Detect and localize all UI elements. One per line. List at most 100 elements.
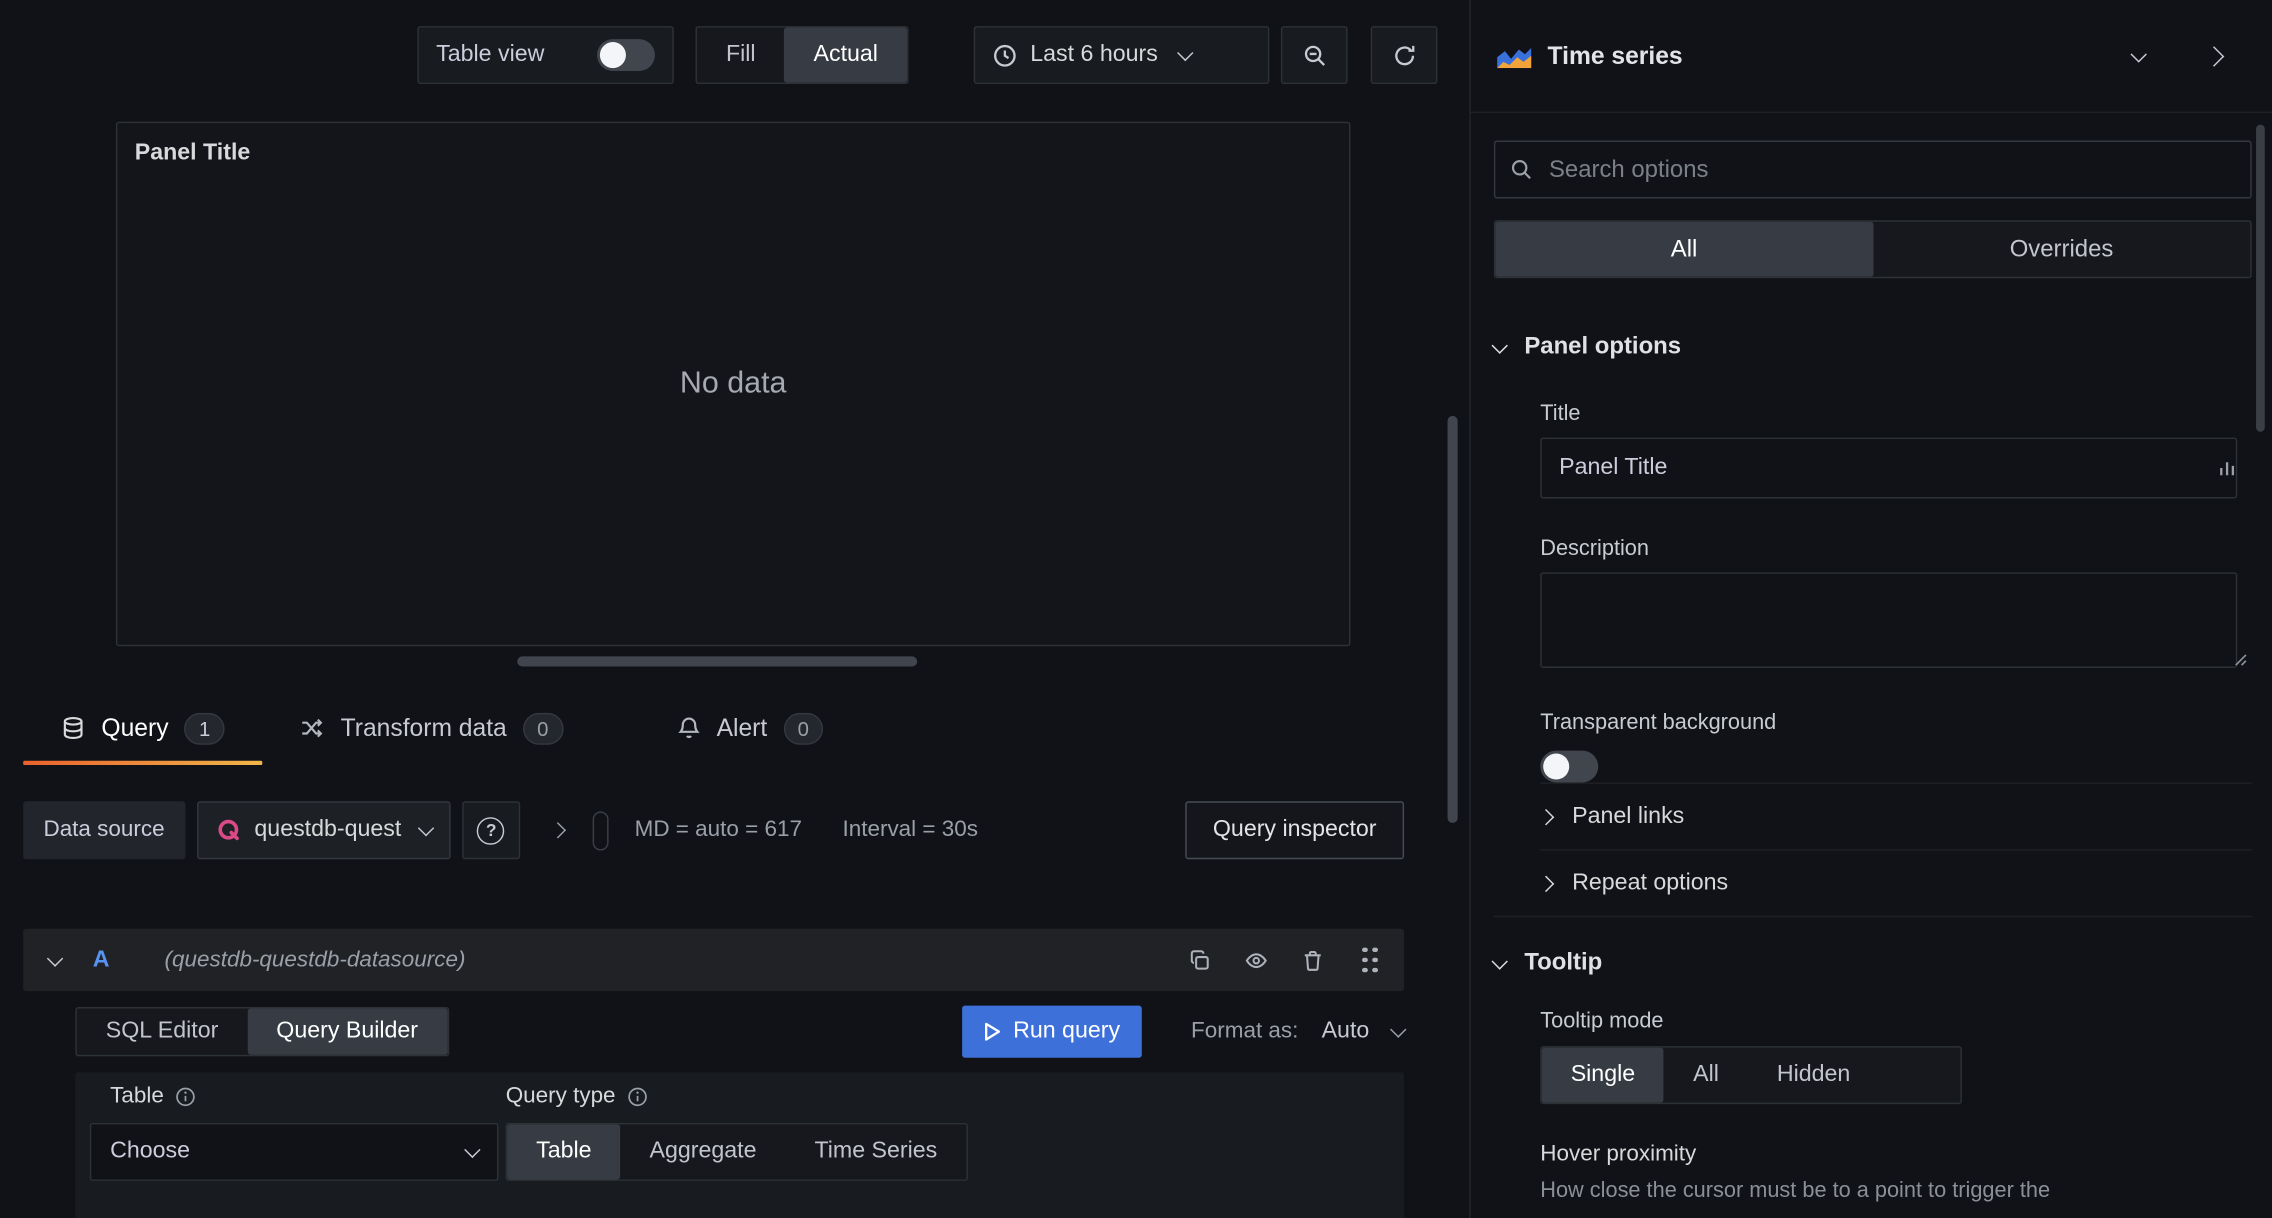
tooltip-section-header[interactable]: Tooltip [1491, 915, 2252, 977]
tab-alert[interactable]: Alert 0 [638, 694, 861, 762]
transform-count-badge: 0 [522, 712, 563, 745]
query-type-timeseries[interactable]: Time Series [785, 1124, 966, 1179]
hide-query-eye-icon[interactable] [1243, 948, 1269, 971]
panel-links-section-header[interactable]: Panel links [1537, 782, 2252, 849]
tooltip-mode-hidden[interactable]: Hidden [1748, 1048, 1879, 1103]
alert-count-badge: 0 [783, 712, 824, 745]
timeseries-icon [1497, 44, 1532, 68]
format-as-value[interactable]: Auto [1322, 1019, 1370, 1045]
max-data-points-text: MD = auto = 617 [634, 817, 802, 842]
description-field-label: Description [1540, 536, 1649, 561]
horizontal-scrollbar[interactable] [517, 656, 918, 667]
query-row-header[interactable]: A (questdb-questdb-datasource) [23, 928, 1405, 992]
tooltip-mode-segmented: Single All Hidden [1540, 1046, 1962, 1105]
panel-options-header-label: Panel options [1524, 333, 1682, 360]
info-icon[interactable] [627, 1087, 647, 1107]
panel-links-label: Panel links [1572, 803, 1685, 829]
left-pane-scrollbar[interactable] [1447, 415, 1458, 824]
tooltip-mode-label: Tooltip mode [1540, 1008, 1664, 1034]
tab-alert-label: Alert [716, 713, 768, 742]
repeat-options-label: Repeat options [1572, 870, 1729, 895]
query-builder-card: Table Choose Query type Table Aggregate … [75, 1072, 1405, 1218]
query-type-table[interactable]: Table [507, 1124, 621, 1180]
transparent-background-label: Transparent background [1540, 710, 1777, 735]
refresh-button[interactable] [1370, 26, 1438, 85]
options-filter-tabs: All Overrides [1493, 220, 2252, 279]
tab-transform-label: Transform data [340, 713, 507, 742]
transform-icon [300, 716, 325, 741]
filter-tab-all[interactable]: All [1495, 221, 1873, 277]
switch-knob [1543, 753, 1570, 780]
query-builder-option[interactable]: Query Builder [247, 1008, 448, 1055]
tooltip-mode-all[interactable]: All [1664, 1048, 1748, 1103]
editor-mode-segmented: SQL Editor Query Builder [75, 1007, 449, 1057]
collapse-options-pane-button[interactable] [2182, 27, 2246, 85]
table-view-label: Table view [436, 42, 545, 67]
tab-transform-data[interactable]: Transform data 0 [262, 694, 600, 762]
switch-knob [599, 42, 626, 69]
grafana-panel-editor: Table view Fill Actual Last 6 hours Pane… [0, 0, 2272, 1218]
query-editor-toolbar: SQL Editor Query Builder Run query Forma… [75, 1004, 1407, 1059]
table-select[interactable]: Choose [89, 1122, 499, 1181]
panel-options-section-header[interactable]: Panel options [1491, 333, 2252, 361]
panel-description-textarea[interactable] [1540, 572, 2238, 668]
help-icon: ? [477, 816, 505, 845]
database-icon [61, 716, 86, 741]
visualization-name: Time series [1547, 41, 1683, 69]
hover-proximity-label: Hover proximity [1540, 1141, 1697, 1167]
table-select-value: Choose [110, 1138, 191, 1164]
time-range-label: Last 6 hours [1030, 42, 1158, 67]
repeat-options-section-header[interactable]: Repeat options [1537, 849, 2252, 916]
query-ref-id: A [92, 946, 110, 972]
tab-query-label: Query [101, 713, 169, 742]
chevron-down-icon [1491, 336, 1508, 354]
datasource-label: Data source [23, 801, 185, 860]
chevron-down-icon[interactable] [1390, 1021, 1407, 1038]
info-icon[interactable] [175, 1087, 195, 1107]
drag-handle-icon[interactable] [1362, 946, 1378, 973]
filter-tab-overrides[interactable]: Overrides [1873, 222, 2250, 277]
chevron-down-icon [464, 1141, 481, 1159]
datasource-help-button[interactable]: ? [462, 801, 521, 860]
clock-icon [993, 43, 1018, 68]
options-sidebar: Time series All Overrides [1469, 0, 2272, 1218]
chevron-right-icon [2203, 45, 2225, 67]
search-icon [1510, 158, 1533, 181]
chevron-down-icon [1177, 44, 1194, 62]
table-field-label: Table [110, 1083, 164, 1109]
chevron-down-icon [1491, 952, 1508, 969]
run-query-label: Run query [1013, 1018, 1121, 1044]
delete-query-trash-icon[interactable] [1301, 948, 1324, 971]
query-options-stub[interactable] [592, 810, 609, 850]
panel-title-input[interactable] [1540, 437, 2238, 499]
zoom-out-button[interactable] [1280, 26, 1348, 85]
visualization-picker[interactable]: Time series [1470, 0, 2272, 114]
display-mode-fill[interactable]: Fill [697, 28, 785, 83]
transparent-background-switch[interactable] [1540, 750, 1599, 783]
tooltip-mode-single[interactable]: Single [1541, 1047, 1665, 1103]
options-search[interactable] [1493, 140, 2252, 199]
format-as-control: Format as: Auto [1191, 1019, 1407, 1045]
run-query-button[interactable]: Run query [962, 1005, 1142, 1058]
duplicate-query-icon[interactable] [1188, 948, 1211, 971]
panel-preview: Panel Title No data [115, 121, 1351, 647]
query-options-chevron-right-icon[interactable] [549, 822, 567, 839]
title-field-label: Title [1540, 401, 1581, 427]
hover-proximity-help-text: How close the cursor must be to a point … [1540, 1178, 2051, 1203]
tab-query[interactable]: Query 1 [23, 694, 263, 766]
no-data-message: No data [679, 366, 787, 400]
sql-editor-option[interactable]: SQL Editor [77, 1008, 248, 1054]
datasource-picker[interactable]: questdb-quest [196, 801, 451, 860]
time-range-picker[interactable]: Last 6 hours [973, 26, 1270, 85]
query-type-label: Query type [505, 1083, 616, 1109]
query-type-segmented: Table Aggregate Time Series [505, 1122, 968, 1181]
chevron-down-icon [417, 820, 435, 837]
table-view-switch[interactable] [596, 39, 655, 72]
display-mode-actual[interactable]: Actual [784, 27, 907, 83]
query-inspector-button[interactable]: Query inspector [1185, 801, 1405, 860]
options-search-input[interactable] [1546, 154, 2236, 185]
collapse-query-chevron-icon[interactable] [46, 949, 64, 967]
chevron-down-icon [2130, 45, 2147, 62]
resize-handle-icon[interactable] [2233, 652, 2247, 666]
query-type-aggregate[interactable]: Aggregate [621, 1124, 786, 1179]
